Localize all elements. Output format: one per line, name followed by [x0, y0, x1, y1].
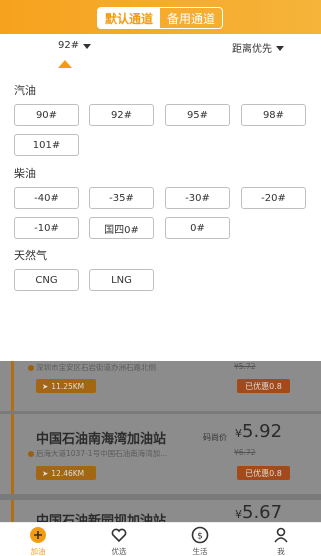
station-name: 中国石油新园坝加油站	[36, 514, 167, 522]
fuel-option[interactable]: 0#	[165, 217, 230, 239]
fuel-option[interactable]: 92#	[89, 104, 154, 126]
user-icon	[271, 525, 291, 545]
navigate-icon: ➤	[42, 468, 49, 478]
fuel-option[interactable]: 98#	[241, 104, 306, 126]
station-price: ¥5.92	[235, 421, 282, 442]
default-channel-tab[interactable]: 默认通道	[98, 8, 160, 28]
distance-badge: ➤ 11.25KM	[36, 379, 96, 393]
fuel-option[interactable]: LNG	[89, 269, 154, 291]
sort-filter[interactable]: 距离优先	[232, 40, 284, 55]
card-accent	[11, 414, 14, 494]
discount-badge: 已优惠0.8	[237, 379, 290, 393]
fuel-option[interactable]: 90#	[14, 104, 79, 126]
discount-badge: 已优惠0.8	[237, 466, 290, 480]
dollar-icon: $	[190, 525, 210, 545]
fuel-option[interactable]: -20#	[241, 187, 306, 209]
fuel-icon	[28, 525, 48, 545]
station-price: ¥5.67	[235, 502, 282, 522]
distance-text: 11.25KM	[51, 381, 85, 391]
backup-channel-tab[interactable]: 备用通道	[160, 8, 222, 28]
distance-badge: ➤ 12.46KM	[36, 466, 96, 480]
station-address: 后海大道1037-1号中国石油南海湾加...	[36, 449, 168, 458]
tab-label: 加油	[30, 547, 46, 556]
tab-label: 生活	[192, 547, 208, 556]
dropdown-pointer-icon	[58, 60, 72, 68]
navigate-icon: ➤	[42, 381, 49, 391]
section-title-gasoline: 汽油	[14, 84, 36, 97]
location-pin-icon	[28, 365, 34, 371]
fuel-option[interactable]: -10#	[14, 217, 79, 239]
tab-fuel[interactable]: 加油	[18, 525, 58, 556]
fuel-option[interactable]: 95#	[165, 104, 230, 126]
tab-label: 我	[277, 547, 285, 556]
fuel-option[interactable]: -35#	[89, 187, 154, 209]
station-card[interactable]: 中国石油新园坝加油站 ¥5.67	[0, 500, 321, 522]
channel-switch: 默认通道 备用通道	[97, 7, 223, 29]
tab-preferred[interactable]: 优选	[99, 525, 139, 556]
card-accent	[11, 500, 14, 522]
original-price: ¥6.72	[234, 448, 256, 457]
tab-me[interactable]: 我	[261, 525, 301, 556]
tab-life[interactable]: $ 生活	[180, 525, 220, 556]
price-value: 5.92	[242, 421, 283, 442]
original-price: ¥5.72	[234, 362, 256, 371]
fuel-option[interactable]: CNG	[14, 269, 79, 291]
price-label: 码尚价	[203, 433, 227, 442]
section-title-natural-gas: 天然气	[14, 249, 47, 262]
fuel-type-dropdown: 汽油 90# 92# 95# 98# 101# 柴油 -40# -35# -30…	[0, 68, 321, 361]
section-title-diesel: 柴油	[14, 167, 36, 180]
tab-label: 优选	[111, 547, 127, 556]
station-address: 深圳市宝安区石岩街道办洲石路北侧	[36, 363, 156, 372]
fuel-type-value: 92#	[58, 40, 80, 51]
fuel-type-filter[interactable]: 92#	[58, 40, 92, 51]
distance-text: 12.46KM	[51, 468, 85, 478]
bottom-tab-bar: 加油 优选 $ 生活 我	[0, 522, 321, 556]
price-value: 5.67	[242, 502, 283, 522]
heart-icon	[109, 525, 129, 545]
currency-symbol: ¥	[235, 508, 242, 521]
currency-symbol: ¥	[235, 427, 242, 440]
fuel-option[interactable]: 国四0#	[89, 217, 154, 239]
top-header: 默认通道 备用通道	[0, 0, 321, 34]
backup-channel-label: 备用通道	[166, 11, 215, 26]
sort-value: 距离优先	[232, 44, 272, 55]
default-channel-label: 默认通道	[104, 11, 153, 26]
fuel-option[interactable]: -40#	[14, 187, 79, 209]
fuel-option[interactable]: 101#	[14, 134, 79, 156]
fuel-option[interactable]: -30#	[165, 187, 230, 209]
chevron-down-icon	[276, 45, 284, 51]
station-name: 中国石油南海湾加油站	[36, 432, 167, 447]
chevron-down-icon	[83, 43, 92, 49]
svg-text:$: $	[197, 532, 203, 542]
location-pin-icon	[28, 451, 34, 457]
filter-bar: 92# 距离优先	[0, 34, 321, 60]
station-card[interactable]: 中国石油南海湾加油站 码尚价 ¥5.92 后海大道1037-1号中国石油南海湾加…	[0, 414, 321, 494]
